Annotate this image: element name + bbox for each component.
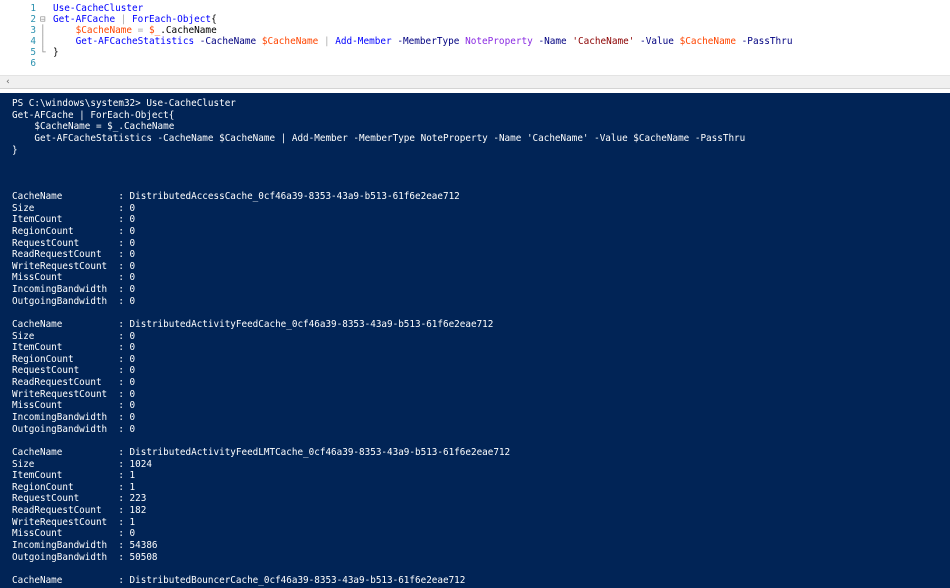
console-output-line: Get-AFCacheStatistics -CacheName $CacheN… [12,132,746,144]
console-output-line: Get-AFCache | ForEach-Object{ [12,109,175,121]
console-output-line: IncomingBandwidth : 0 [12,412,136,423]
console-output-line: IncomingBandwidth : 54386 [12,539,158,551]
console-output-line: ItemCount : 0 [12,214,136,226]
code-token: .CacheName [160,25,217,36]
code-token: ForEach-Object [132,14,212,25]
line-number: 1 [30,3,36,14]
console-output-line: CacheName : DistributedActivityFeedCache… [12,318,494,330]
console-output-line: CacheName : DistributedActivityFeedLMTCa… [12,446,511,458]
code-text: Get-AFCache | ForEach-Object{ [53,14,217,25]
code-token: } [53,47,59,58]
console-output-line: RequestCount : 223 [12,493,147,505]
code-text: $CacheName = $_.CacheName [53,25,217,36]
code-token: -Value [634,36,680,47]
console-output-line: Size : 0 [12,330,136,342]
console-output-line: OutgoingBandwidth : 0 [12,295,136,307]
console-pane[interactable]: PS C:\windows\system32> Use-CacheCluster… [0,93,950,588]
code-token: | [115,14,133,25]
console-output-line: RequestCount : 0 [12,237,136,249]
line-number: 2 [30,14,36,25]
console-output-line: OutgoingBandwidth : 0 [12,423,136,435]
console-output-line: WriteRequestCount : 0 [12,388,136,400]
line-number: 3 [30,25,36,36]
code-token: | [318,36,336,47]
console-output-line: ReadRequestCount : 0 [12,377,136,389]
console-output-line: RegionCount : 0 [12,225,136,237]
console-output-line: ItemCount : 0 [12,342,136,354]
console-output-line: $CacheName = $_.CacheName [12,121,175,133]
code-text: } [53,47,59,58]
code-token: = [132,25,149,36]
line-number: 5 [30,47,36,58]
console-output-line: Size : 0 [12,202,136,214]
code-token: $CacheName [261,36,319,47]
code-text: Get-AFCacheStatistics -CacheName $CacheN… [53,36,793,47]
code-text: Use-CacheCluster [53,3,143,14]
console-output-line: Size : 1024 [12,458,152,470]
console-output-line: OutgoingBandwidth : 50508 [12,551,158,563]
console-output-line: MissCount : 0 [12,528,136,540]
console-output-line: RequestCount : 0 [12,365,136,377]
console-output-line: ReadRequestCount : 0 [12,249,136,261]
console-output-line: PS C:\windows\system32> Use-CacheCluster [12,98,236,109]
script-editor-pane[interactable]: 1 Use-CacheCluster 2 ⊟ Get-AFCache | ForEach… [0,0,950,75]
code-token: $_ [148,25,161,36]
console-output-line: MissCount : 0 [12,272,136,284]
code-token: Use-CacheCluster [53,3,144,14]
code-token: -Name [532,36,573,47]
console-output-line: ItemCount : 1 [12,470,136,482]
code-token: 'CacheName' [572,36,635,47]
fold-guide: └ [40,47,46,58]
console-output-line: WriteRequestCount : 0 [12,260,136,272]
scroll-left-arrow-icon[interactable]: ‹ [1,76,15,89]
code-token: $CacheName [75,25,133,36]
horizontal-scrollbar[interactable]: ‹ [0,75,950,89]
console-output-line: CacheName : DistributedAccessCache_0cf46… [12,191,460,203]
code-token: Add-Member [335,36,392,47]
fold-guide: │ [40,25,46,36]
console-output-line: MissCount : 0 [12,400,136,412]
line-number: 6 [30,58,36,69]
console-output-line: CacheName : DistributedBouncerCache_0cf4… [12,574,466,586]
code-token: NoteProperty [465,36,533,47]
console-output-line: } [12,144,18,156]
console-output-line: RegionCount : 1 [12,481,136,493]
code-token: -MemberType [391,36,466,47]
console-output-line: WriteRequestCount : 1 [12,516,136,528]
code-token: $CacheName [679,36,737,47]
collapse-region-icon[interactable]: ⊟ [40,14,50,25]
console-output-line: RegionCount : 0 [12,353,136,365]
code-token: Get-AFCache [53,14,116,25]
fold-guide: │ [40,36,46,47]
code-token: -PassThru [736,36,793,47]
code-token: { [211,14,217,25]
code-token: -CacheName [194,36,262,47]
line-number: 4 [30,36,36,47]
code-token: Get-AFCacheStatistics [75,36,195,47]
console-output-line: ReadRequestCount : 182 [12,505,147,517]
console-output-line: IncomingBandwidth : 0 [12,284,136,296]
